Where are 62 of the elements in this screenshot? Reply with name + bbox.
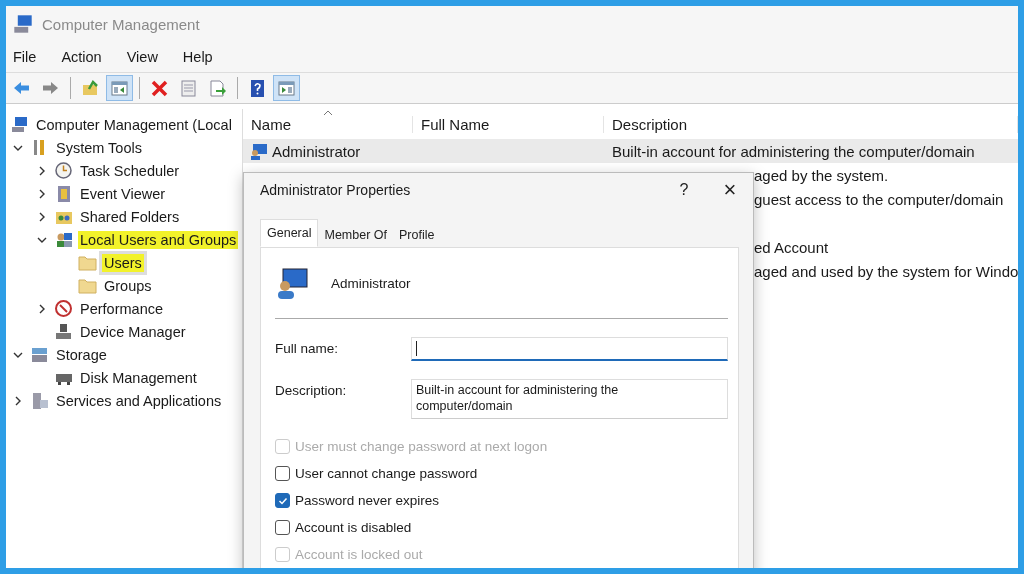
- user-icon: [249, 141, 268, 161]
- tree-item[interactable]: Device Manager: [78, 322, 188, 341]
- menu-item[interactable]: Help: [175, 49, 220, 65]
- check-icon: [277, 495, 288, 506]
- tree-item[interactable]: System Tools: [54, 138, 144, 157]
- storage-icon: [30, 345, 49, 364]
- checkbox-label: Account is disabled: [295, 520, 412, 535]
- menu-item[interactable]: View: [119, 49, 165, 65]
- tree-item[interactable]: Task Scheduler: [78, 161, 182, 180]
- checkbox[interactable]: [275, 493, 290, 508]
- help-button[interactable]: ?: [661, 173, 707, 207]
- services-icon: [30, 391, 49, 410]
- computer-icon: [10, 115, 29, 134]
- tree-item[interactable]: Storage: [54, 345, 109, 364]
- field-label: Full name:: [275, 340, 340, 356]
- close-button[interactable]: ×: [707, 173, 753, 207]
- table-cell: Administrator: [272, 142, 361, 160]
- tree-panel-icon[interactable]: [106, 75, 133, 101]
- dialog-title: Administrator Properties: [260, 182, 412, 198]
- tab[interactable]: Member Of: [318, 223, 393, 247]
- users-icon: [54, 230, 73, 249]
- table-cell-text: ed Account: [753, 238, 830, 256]
- sort-caret-icon: [323, 109, 333, 116]
- tree-item[interactable]: Computer Management (Local: [34, 115, 234, 134]
- menu-item[interactable]: File: [6, 49, 44, 65]
- table-cell-text: aged by the system.: [753, 166, 890, 184]
- column-header[interactable]: Full Name: [413, 115, 604, 133]
- tree-item[interactable]: Shared Folders: [78, 207, 182, 226]
- folder-icon: [78, 276, 97, 295]
- tree-item[interactable]: Groups: [102, 276, 154, 295]
- user-icon: [275, 266, 309, 300]
- gauge-icon: [54, 299, 73, 318]
- checkbox[interactable]: [275, 520, 290, 535]
- tree-item[interactable]: Local Users and Groups: [78, 230, 239, 249]
- checkbox-label: Password never expires: [295, 493, 440, 508]
- column-header[interactable]: Description: [604, 115, 1018, 133]
- table-cell-text: Built-in account for administering the computer/domain: [611, 142, 976, 160]
- folder-icon: [78, 253, 97, 272]
- checkbox-label: Account is locked out: [295, 547, 423, 562]
- tree-item[interactable]: Performance: [78, 299, 165, 318]
- tree-item[interactable]: Event Viewer: [78, 184, 168, 203]
- field-label: Description:: [275, 382, 348, 398]
- tree-item[interactable]: Users: [102, 253, 144, 272]
- tree-item[interactable]: Disk Management: [78, 368, 199, 387]
- computer-icon: [12, 13, 34, 35]
- description-field[interactable]: Built-in account for administering the computer/domain: [411, 379, 728, 419]
- device-icon: [54, 322, 73, 341]
- checkbox-label: User must change password at next logon: [295, 439, 548, 454]
- table-row[interactable]: Administrator Built-in account for administering the computer/domain: [243, 139, 1018, 163]
- full-name-field[interactable]: [411, 337, 728, 361]
- tree-item[interactable]: Services and Applications: [54, 391, 224, 410]
- user-name: Administrator: [331, 275, 411, 291]
- table-cell-text: aged and used by the system for Windo: [753, 262, 1018, 280]
- clock-icon: [54, 161, 73, 180]
- tab[interactable]: Profile: [393, 223, 441, 247]
- window-title: Computer Management: [42, 15, 200, 33]
- checkbox-label: User cannot change password: [295, 466, 478, 481]
- action-pane-icon[interactable]: [273, 75, 300, 101]
- menu-item[interactable]: Action: [54, 49, 109, 65]
- checkbox[interactable]: [275, 466, 290, 481]
- tab[interactable]: General: [260, 219, 319, 247]
- column-header[interactable]: Name: [243, 115, 413, 133]
